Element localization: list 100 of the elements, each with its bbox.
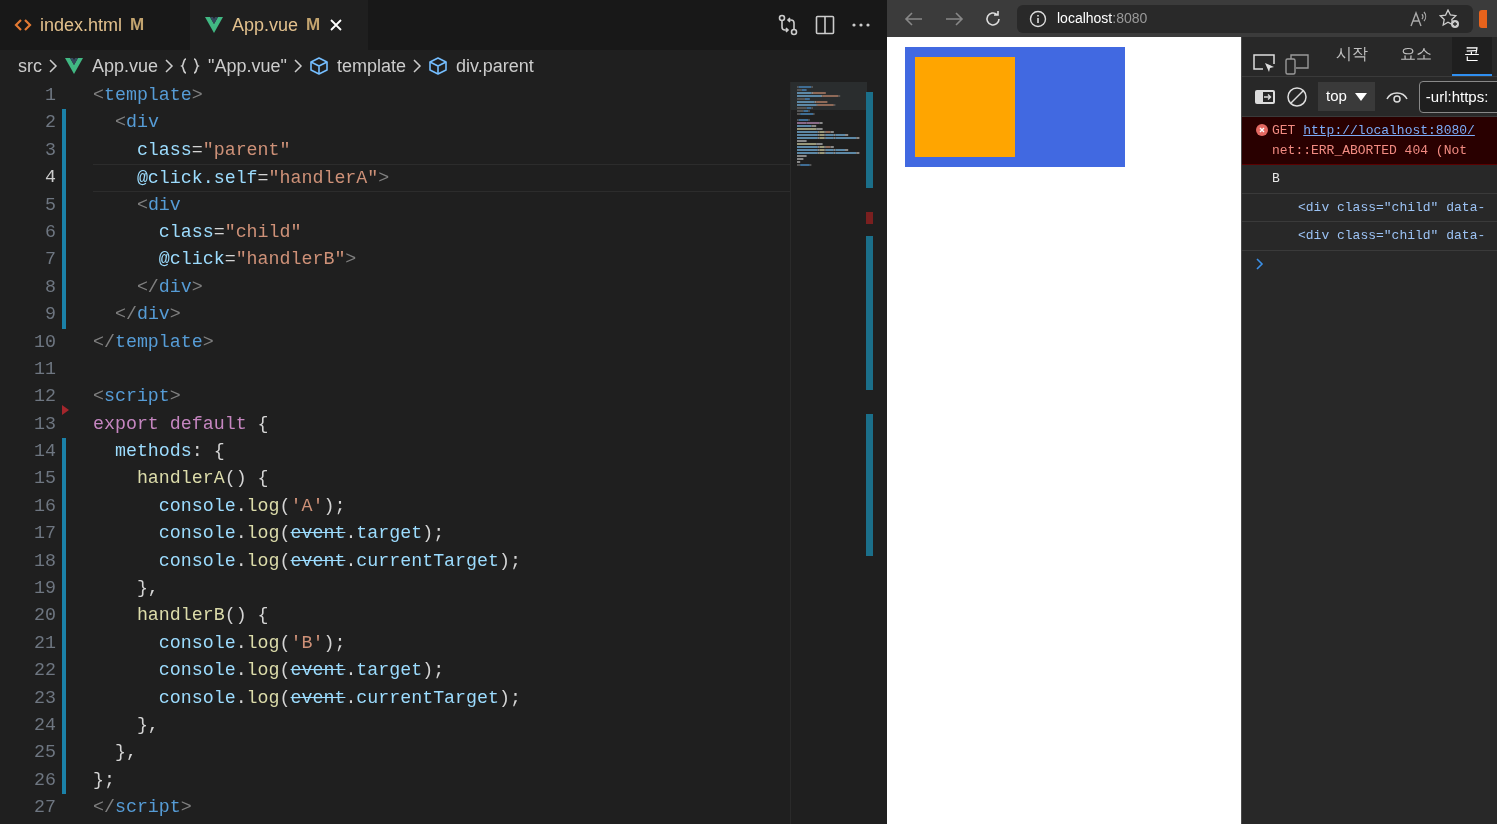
vue-logo-icon — [64, 57, 84, 75]
code-token: log — [246, 549, 280, 573]
code-token: target — [356, 659, 423, 683]
line-number: 17 — [33, 522, 56, 546]
console-element[interactable]: <div class="child" data- — [1298, 199, 1486, 215]
code-token: () { — [224, 467, 269, 491]
close-icon[interactable] — [328, 17, 345, 33]
console-element[interactable]: <div class="child" data- — [1298, 228, 1486, 243]
context-dropdown[interactable]: top — [1318, 82, 1375, 111]
breadcrumb-item[interactable]: template — [308, 52, 406, 80]
code-token: div — [158, 275, 192, 299]
code-token: . — [235, 549, 247, 573]
split-editor-icon[interactable] — [815, 15, 835, 35]
line-number: 23 — [33, 686, 56, 710]
line-number: 26 — [33, 768, 56, 792]
code-token: () { — [224, 604, 269, 628]
line-number: 24 — [33, 714, 56, 737]
console-message: B — [1272, 171, 1280, 186]
code-token: > — [191, 84, 203, 107]
address-bar[interactable]: localhost:8080 — [1017, 4, 1473, 33]
devtools-tab[interactable]: 콘 — [1452, 37, 1492, 76]
breadcrumb-item[interactable]: "App.vue" — [180, 52, 287, 80]
favorite-add-icon[interactable] — [1439, 8, 1461, 29]
code-token: "parent" — [202, 138, 291, 162]
code-token: > — [345, 248, 357, 272]
extension-icon[interactable] — [1479, 9, 1487, 28]
code-token: @click — [158, 248, 225, 272]
code-token: "handlerB" — [235, 248, 346, 272]
devtools-tab[interactable]: 시작 — [1324, 37, 1380, 76]
code-token: { — [257, 412, 269, 436]
code-token: script — [104, 385, 170, 409]
code-token: . — [235, 631, 247, 655]
code-token: . — [235, 494, 247, 518]
code-token: < — [93, 84, 104, 107]
code-token: . — [235, 686, 247, 710]
clear-console-icon[interactable] — [1286, 85, 1308, 108]
code-token: = — [213, 220, 225, 244]
read-aloud-icon[interactable] — [1409, 9, 1429, 28]
breadcrumb-item[interactable]: div.parent — [427, 52, 534, 80]
chevron-right-icon — [164, 59, 175, 73]
compare-changes-icon[interactable] — [777, 14, 799, 36]
code-token: log — [246, 631, 280, 655]
code-token: ( — [279, 631, 291, 655]
code-token: }, — [136, 577, 159, 601]
line-number: 13 — [33, 412, 56, 436]
line-number: 8 — [44, 275, 56, 299]
code-token: . — [345, 659, 357, 683]
code-token: div — [125, 111, 159, 135]
chevron-right-icon — [411, 59, 422, 73]
code-token: log — [246, 494, 280, 518]
code-token: ( — [279, 494, 291, 518]
code-token: = — [224, 248, 236, 272]
code-token: div — [136, 303, 170, 327]
line-number: 1 — [44, 84, 56, 107]
code-token: . — [235, 659, 247, 683]
cube-icon — [308, 56, 329, 76]
code-token: ( — [279, 686, 291, 710]
code-token: log — [246, 659, 280, 683]
code-token: console — [158, 631, 236, 655]
line-number: 25 — [33, 741, 56, 765]
caret-icon — [1354, 92, 1367, 101]
code-token: </ — [136, 275, 159, 299]
code-token: . — [345, 549, 357, 573]
code-token: ); — [323, 494, 346, 518]
code-token: ( — [279, 549, 291, 573]
line-number: 9 — [44, 303, 56, 327]
line-number: 4 — [44, 166, 56, 190]
code-token: ( — [279, 659, 291, 683]
code-token: target — [356, 522, 423, 546]
code-token: }, — [136, 714, 159, 737]
devtools-tab[interactable]: 요소 — [1388, 37, 1444, 76]
breadcrumb-item[interactable]: App.vue — [64, 52, 159, 80]
sidebar-toggle-icon[interactable] — [1254, 87, 1276, 106]
line-number: 12 — [33, 385, 56, 409]
code-token: </ — [93, 330, 115, 354]
line-number: 16 — [33, 494, 56, 518]
code-token: > — [378, 167, 390, 191]
line-number: 11 — [33, 357, 56, 381]
code-token: : { — [191, 440, 225, 464]
code-token: "child" — [224, 220, 302, 244]
device-emulation-icon[interactable] — [1282, 52, 1312, 76]
code-token: > — [169, 385, 181, 409]
breadcrumb-item[interactable]: src — [18, 52, 42, 80]
chevron-right-icon — [48, 59, 58, 73]
code-token: ); — [422, 522, 445, 546]
code-token: . — [235, 522, 247, 546]
filter-field[interactable]: -url:https: — [1418, 80, 1497, 113]
line-number: 14 — [33, 440, 56, 464]
console-link[interactable]: http://localhost:8080/ — [1303, 121, 1475, 141]
code-token: }, — [114, 741, 137, 765]
code-token: log — [246, 686, 280, 710]
editor-tab[interactable]: App.vue M — [190, 0, 368, 50]
line-number: 22 — [33, 659, 56, 683]
code-token: currentTarget — [356, 549, 499, 573]
line-number: 20 — [33, 604, 56, 628]
code-token: event — [290, 522, 346, 546]
code-token: > — [169, 303, 181, 327]
code-token: log — [246, 522, 280, 546]
braces-icon — [180, 57, 201, 75]
code-token: < — [114, 111, 126, 135]
